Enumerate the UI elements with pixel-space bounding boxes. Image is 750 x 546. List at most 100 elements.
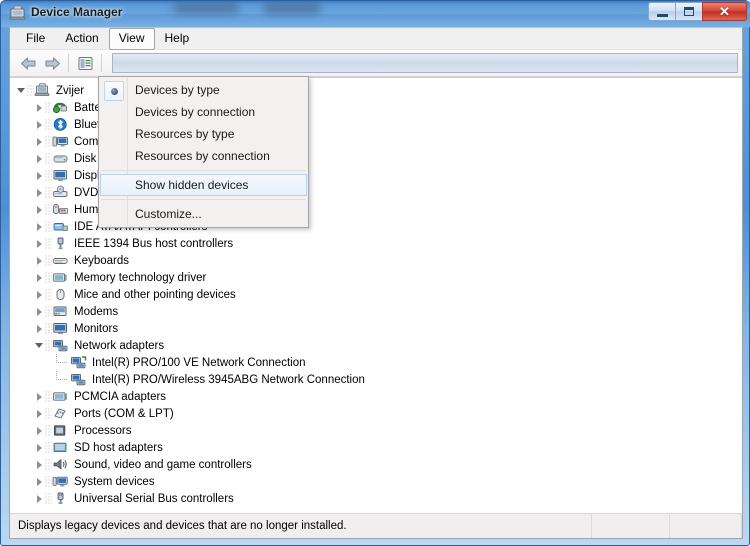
expander-icon[interactable]	[16, 85, 27, 96]
tree-item-sound-controllers[interactable]: Sound, video and game controllers	[10, 456, 742, 473]
bluetooth-icon	[52, 117, 69, 132]
close-button[interactable]: ✕	[702, 2, 747, 21]
tree-item-usb-controllers[interactable]: Universal Serial Bus controllers	[10, 490, 742, 507]
device-manager-icon	[9, 5, 26, 22]
radio-checked-icon	[104, 81, 124, 101]
pcmcia-icon	[52, 389, 69, 404]
expander-icon[interactable]	[34, 119, 45, 130]
expander-icon[interactable]	[34, 102, 45, 113]
properties-icon	[78, 56, 92, 70]
radio-dot	[110, 87, 118, 95]
menu-item-devices-by-connection[interactable]: Devices by connection	[100, 101, 307, 123]
menu-view[interactable]: View	[108, 28, 155, 50]
dvd-drive-icon	[52, 185, 69, 200]
tree-item-monitors[interactable]: Monitors	[10, 320, 742, 337]
tree-line	[45, 136, 52, 147]
tree-item-network-adapters[interactable]: Network adapters	[10, 337, 742, 354]
menu-file[interactable]: File	[16, 28, 55, 50]
tree-item-mice[interactable]: Mice and other pointing devices	[10, 286, 742, 303]
maximize-button[interactable]	[675, 2, 703, 21]
display-adapter-icon	[52, 168, 69, 183]
forward-button[interactable]	[40, 52, 64, 74]
expander-icon[interactable]	[34, 459, 45, 470]
tree-label: Intel(R) PRO/Wireless 3945ABG Network Co…	[92, 373, 365, 386]
battery-icon	[52, 100, 69, 115]
tree-item-intel-pro-wireless[interactable]: Intel(R) PRO/Wireless 3945ABG Network Co…	[10, 371, 742, 388]
tree-item-keyboards[interactable]: Keyboards	[10, 252, 742, 269]
keyboard-icon	[52, 253, 69, 268]
memory-icon	[52, 270, 69, 285]
expander-icon[interactable]	[34, 408, 45, 419]
expander-icon[interactable]	[34, 153, 45, 164]
expander-icon[interactable]	[34, 323, 45, 334]
tree-label: SD host adapters	[74, 441, 163, 454]
device-manager-window: Device Manager ✕ File Action View Help Z…	[0, 0, 750, 546]
expander-icon[interactable]	[34, 221, 45, 232]
expander-icon[interactable]	[34, 493, 45, 504]
title-bar[interactable]: Device Manager ✕	[1, 1, 750, 27]
tree-line	[45, 306, 52, 317]
expander-icon[interactable]	[34, 204, 45, 215]
network-adapter-icon	[52, 338, 69, 353]
tree-label: PCMCIA adapters	[74, 390, 167, 403]
computer-icon	[34, 83, 51, 98]
tree-line	[45, 255, 52, 266]
tree-label: Intel(R) PRO/100 VE Network Connection	[92, 356, 306, 369]
expander-icon[interactable]	[34, 136, 45, 147]
tree-item-sd-host-adapters[interactable]: SD host adapters	[10, 439, 742, 456]
tree-item-intel-pro100[interactable]: Intel(R) PRO/100 VE Network Connection	[10, 354, 742, 371]
view-dropdown-menu[interactable]: Devices by type Devices by connection Re…	[98, 76, 309, 228]
tree-line	[45, 119, 52, 130]
menu-action[interactable]: Action	[55, 28, 108, 50]
minimize-button[interactable]	[648, 2, 676, 21]
tree-line	[52, 371, 70, 388]
menu-separator-1	[101, 170, 306, 171]
ieee1394-icon	[52, 236, 69, 251]
menu-item-devices-by-type[interactable]: Devices by type	[100, 79, 307, 101]
expander-icon[interactable]	[34, 170, 45, 181]
tree-line	[45, 391, 52, 402]
modem-icon	[52, 304, 69, 319]
menu-item-resources-by-connection[interactable]: Resources by connection	[100, 145, 307, 167]
back-button[interactable]	[16, 52, 40, 74]
tree-item-processors[interactable]: Processors	[10, 422, 742, 439]
forward-arrow-icon	[45, 57, 60, 69]
expander-icon[interactable]	[34, 289, 45, 300]
toolbar-empty-field[interactable]	[112, 53, 738, 73]
client-area: File Action View Help Zvijer Batteries D…	[9, 27, 743, 539]
expander-icon[interactable]	[34, 476, 45, 487]
tree-item-ieee1394[interactable]: IEEE 1394 Bus host controllers	[10, 235, 742, 252]
tree-item-system-devices[interactable]: System devices	[10, 473, 742, 490]
tree-line	[45, 340, 52, 351]
menu-bar: File Action View Help	[10, 28, 742, 50]
expander-icon[interactable]	[34, 442, 45, 453]
tree-label: Network adapters	[74, 339, 165, 352]
expander-icon[interactable]	[34, 238, 45, 249]
tree-item-memory-technology-driver[interactable]: Memory technology driver	[10, 269, 742, 286]
tree-line	[45, 221, 52, 232]
network-device-icon	[70, 355, 87, 370]
tree-item-ports[interactable]: Ports (COM & LPT)	[10, 405, 742, 422]
menu-item-customize[interactable]: Customize...	[100, 203, 307, 225]
menu-item-resources-by-type[interactable]: Resources by type	[100, 123, 307, 145]
expander-icon[interactable]	[34, 272, 45, 283]
menu-help[interactable]: Help	[155, 28, 200, 50]
properties-button[interactable]	[73, 52, 97, 74]
minimize-icon	[656, 11, 668, 17]
tree-line	[45, 476, 52, 487]
expander-icon[interactable]	[34, 391, 45, 402]
tree-label: Processors	[74, 424, 132, 437]
toolbar-separator-2	[101, 54, 102, 72]
tree-item-modems[interactable]: Modems	[10, 303, 742, 320]
computer-node-icon	[52, 134, 69, 149]
expander-icon[interactable]	[34, 425, 45, 436]
expander-icon[interactable]	[34, 255, 45, 266]
expander-icon[interactable]	[34, 306, 45, 317]
status-bar: Displays legacy devices and devices that…	[10, 513, 742, 538]
expander-icon[interactable]	[34, 187, 45, 198]
expander-icon[interactable]	[34, 340, 45, 351]
status-message: Displays legacy devices and devices that…	[10, 514, 592, 538]
tree-line	[45, 238, 52, 249]
tree-item-pcmcia-adapters[interactable]: PCMCIA adapters	[10, 388, 742, 405]
menu-item-show-hidden-devices[interactable]: Show hidden devices	[100, 174, 307, 196]
